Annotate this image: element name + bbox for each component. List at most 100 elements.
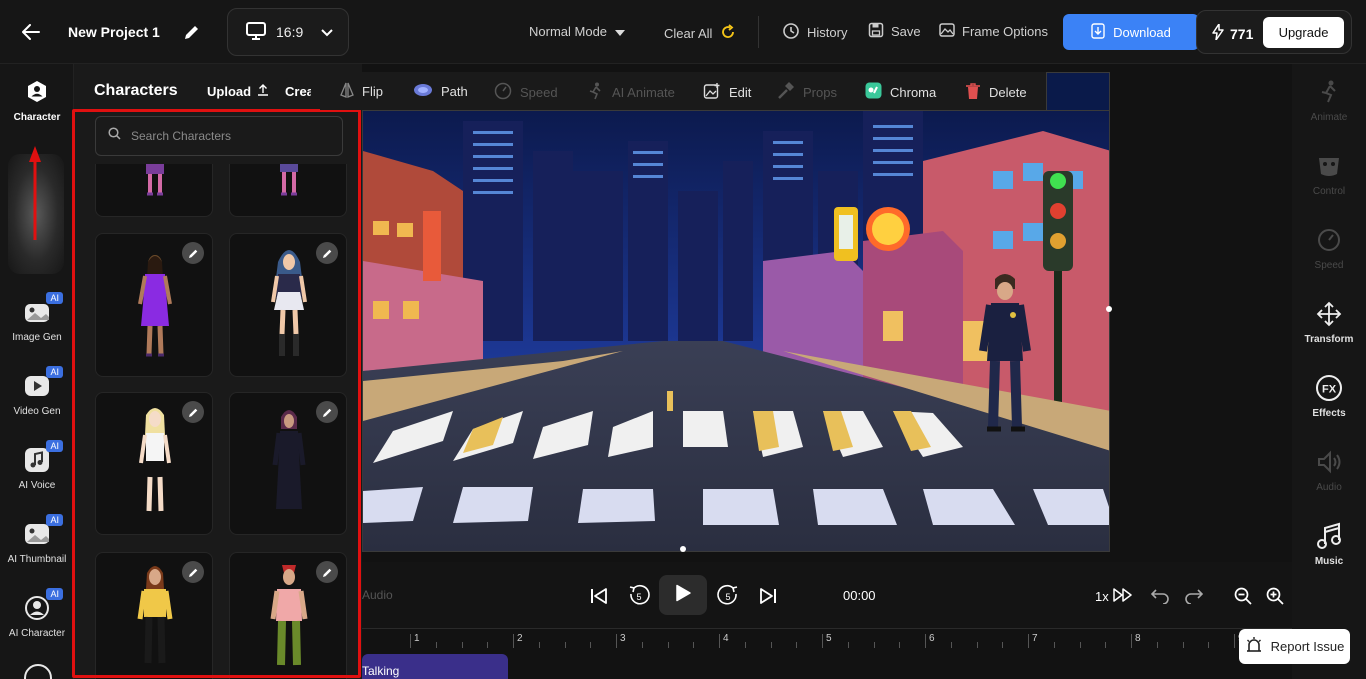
ruler-major-tick [616, 634, 617, 648]
caret-down-icon [615, 24, 626, 39]
rightbar-item-music[interactable]: Music [1292, 522, 1366, 567]
edit-pencil-icon[interactable] [182, 401, 204, 423]
edit-button[interactable]: Edit [703, 82, 751, 103]
ruler-minor-tick [1182, 642, 1184, 648]
path-button[interactable]: Path [413, 82, 468, 101]
edit-pencil-icon[interactable] [182, 561, 204, 583]
rightbar-item-control[interactable]: Control [1292, 152, 1366, 197]
stage [362, 110, 1292, 560]
ai-thumbnail-icon: AI [23, 514, 63, 548]
ruler-minor-tick [564, 642, 566, 648]
canvas-handle-bottom[interactable] [680, 546, 686, 552]
trash-icon [965, 82, 981, 103]
ruler-major-tick [513, 634, 514, 648]
ruler-major-tick [1028, 634, 1029, 648]
edit-pencil-icon[interactable] [316, 401, 338, 423]
city-night-scene [363, 111, 1109, 551]
sidebar-item-ai-voice[interactable]: AI AI Voice [0, 440, 74, 491]
chroma-button[interactable]: Chroma [865, 82, 936, 102]
speed-icon [1315, 226, 1343, 254]
character-card[interactable] [95, 233, 213, 377]
mode-dropdown[interactable]: Normal Mode [529, 24, 626, 39]
create-button[interactable]: Create [285, 84, 311, 99]
rightbar-item-effects[interactable]: FX Effects [1292, 374, 1366, 419]
canvas-toolbar: Flip Path Speed AI Animate Edit Props Ch… [320, 72, 1046, 110]
talking-clip[interactable]: Talking [362, 654, 508, 679]
ruler-minor-tick [899, 642, 901, 648]
character-card[interactable] [229, 164, 347, 217]
aspect-ratio-value: 16:9 [276, 24, 304, 40]
ruler-minor-tick [1105, 642, 1107, 648]
ruler-tick-label: 8 [1135, 633, 1141, 644]
history-button[interactable]: History [782, 22, 847, 43]
sidebar-item-character[interactable]: Character [0, 78, 74, 123]
ruler-tick-label: 7 [1032, 633, 1038, 644]
character-card[interactable] [95, 164, 213, 217]
props-button[interactable]: Props [777, 82, 837, 103]
zoom-out-icon[interactable] [1231, 584, 1255, 608]
rightbar-item-speed[interactable]: Speed [1292, 226, 1366, 271]
clear-all-button[interactable]: Clear All [664, 24, 736, 43]
sidebar-item-ai-character[interactable]: AI AI Character [0, 588, 74, 639]
search-box [95, 116, 343, 156]
edit-title-pencil-icon[interactable] [182, 22, 202, 42]
character-card[interactable] [95, 552, 213, 679]
play-button[interactable] [659, 575, 707, 615]
frame-options-button[interactable]: Frame Options [939, 22, 1048, 41]
rightbar-item-transform[interactable]: Transform [1292, 300, 1366, 345]
upload-button[interactable]: Upload [207, 84, 269, 99]
edit-pencil-icon[interactable] [316, 561, 338, 583]
character-card[interactable] [229, 233, 347, 377]
ruler-minor-tick [1053, 642, 1055, 648]
delete-button[interactable]: Delete [965, 82, 1027, 103]
rightbar-item-audio[interactable]: Audio [1292, 448, 1366, 493]
canvas-handle-right[interactable] [1106, 306, 1112, 312]
playback-speed-button[interactable]: 1x [1095, 588, 1133, 605]
edit-pencil-icon[interactable] [182, 242, 204, 264]
ai-animate-button[interactable]: AI Animate [588, 82, 675, 103]
back-arrow-icon[interactable] [18, 20, 44, 44]
ruler-minor-tick [847, 642, 849, 648]
flip-button[interactable]: Flip [340, 82, 383, 101]
upgrade-button[interactable]: Upgrade [1263, 17, 1344, 48]
character-card[interactable] [229, 392, 347, 535]
report-issue-button[interactable]: Report Issue [1239, 629, 1350, 664]
timeline-ruler[interactable]: 123456789 [362, 628, 1292, 648]
ruler-minor-tick [487, 642, 489, 648]
ruler-minor-tick [950, 642, 952, 648]
top-bar: New Project 1 16:9 Normal Mode Clear All… [0, 0, 1366, 64]
download-icon [1091, 22, 1105, 42]
rightbar-item-animate[interactable]: Animate [1292, 78, 1366, 123]
forward-5-icon[interactable]: 5 [716, 584, 740, 608]
search-icon [108, 127, 121, 145]
save-label: Save [891, 24, 921, 39]
zoom-in-icon[interactable] [1263, 584, 1287, 608]
red-arrow-annotation [29, 146, 41, 240]
flip-label: Flip [362, 84, 383, 99]
download-button[interactable]: Download [1063, 14, 1199, 50]
ruler-minor-tick [693, 642, 695, 648]
character-card[interactable] [229, 552, 347, 679]
ai-badge: AI [46, 588, 63, 600]
rewind-5-icon[interactable]: 5 [627, 584, 651, 608]
undo-icon[interactable] [1148, 584, 1172, 608]
redo-icon[interactable] [1182, 584, 1206, 608]
sidebar-item-ai-thumbnail[interactable]: AI AI Thumbnail [0, 514, 74, 565]
rightbar-item-label: Audio [1316, 482, 1342, 493]
ruler-minor-tick [641, 642, 643, 648]
forward-seconds: 5 [725, 592, 730, 602]
skip-to-start-icon[interactable] [587, 584, 611, 608]
save-button[interactable]: Save [868, 22, 921, 41]
credits-value: 771 [1230, 25, 1254, 42]
effects-icon: FX [1315, 374, 1343, 402]
skip-to-end-icon[interactable] [756, 584, 780, 608]
aspect-ratio-select[interactable]: 16:9 [227, 8, 349, 56]
speed-button[interactable]: Speed [494, 82, 558, 103]
edit-pencil-icon[interactable] [316, 242, 338, 264]
character-card[interactable] [95, 392, 213, 535]
sidebar-item-video-gen[interactable]: AI Video Gen [0, 366, 74, 417]
search-characters-input[interactable] [131, 129, 331, 143]
scene-canvas[interactable] [362, 110, 1110, 552]
ruler-minor-tick [796, 642, 798, 648]
sidebar-item-image-gen[interactable]: AI Image Gen [0, 292, 74, 343]
